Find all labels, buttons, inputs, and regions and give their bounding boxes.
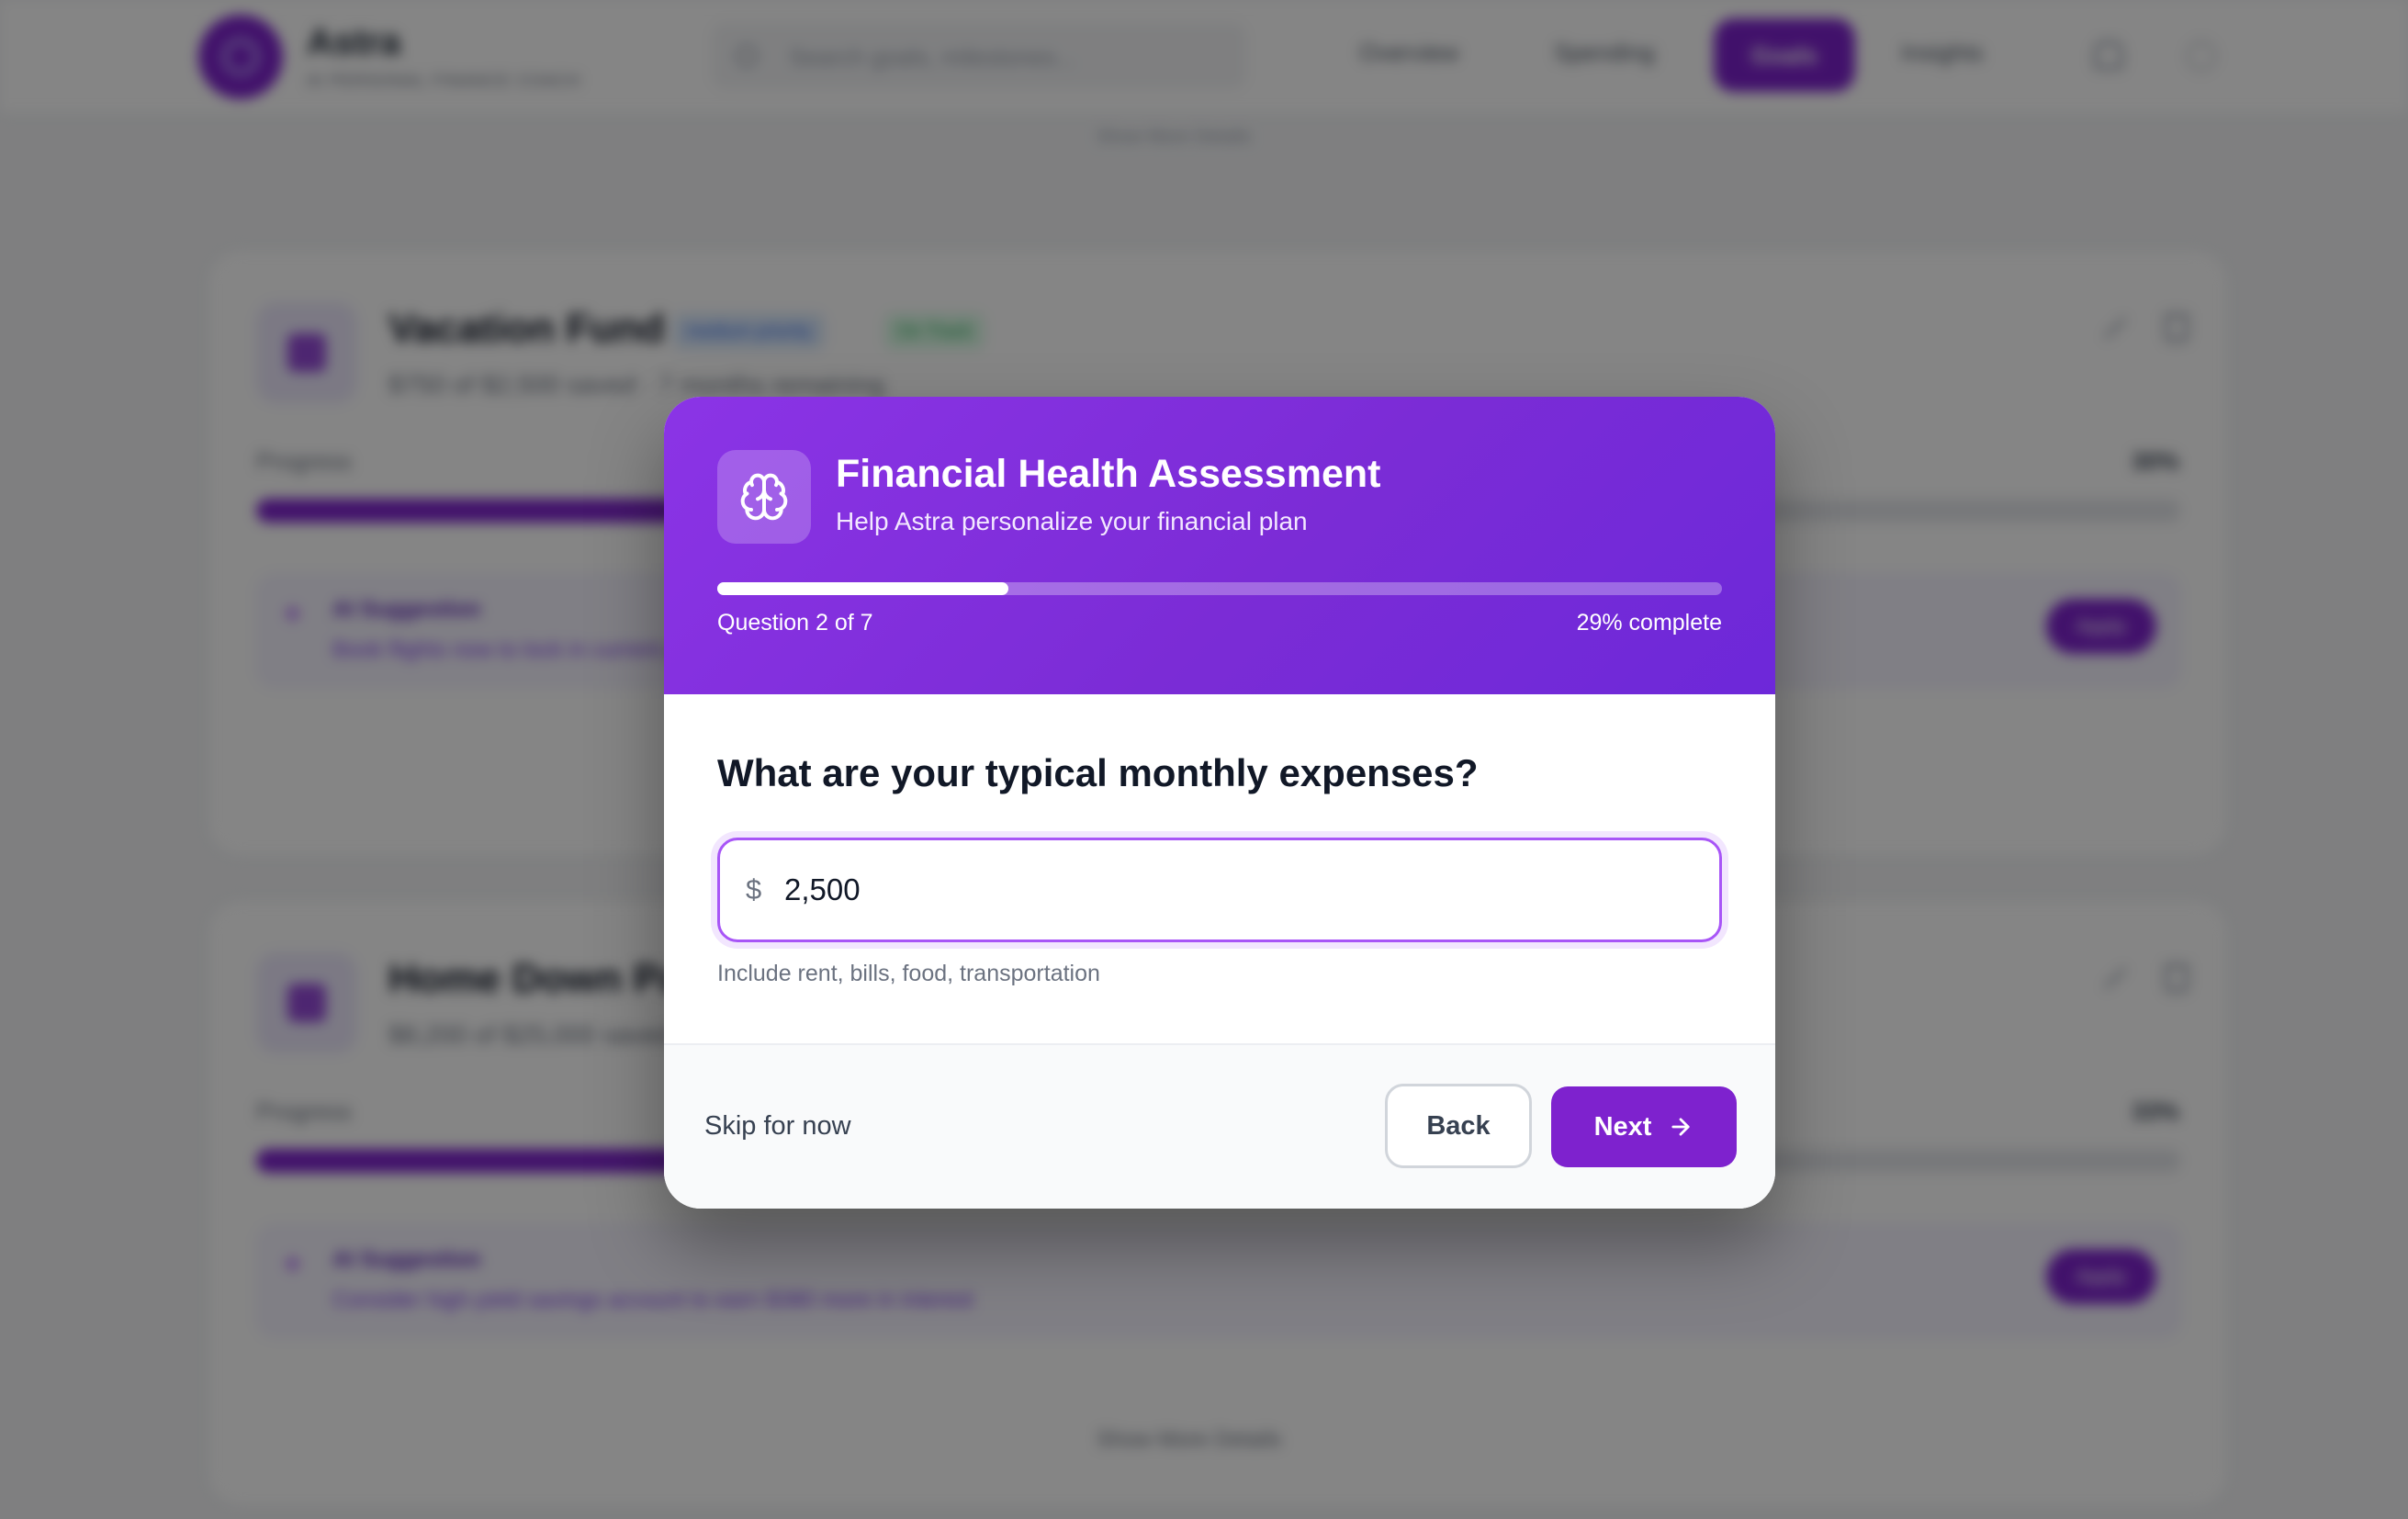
field-hint: Include rent, bills, food, transportatio… xyxy=(717,961,1100,986)
question-text: What are your typical monthly expenses? xyxy=(717,751,1479,794)
back-button-label: Back xyxy=(1426,1110,1491,1141)
modal-title: Financial Health Assessment xyxy=(836,452,1381,496)
modal-subtitle: Help Astra personalize your financial pl… xyxy=(836,507,1308,535)
back-button[interactable]: Back xyxy=(1385,1084,1532,1168)
completion-percent: 29% complete xyxy=(1576,610,1722,636)
assessment-progress-fill xyxy=(717,582,1009,595)
question-counter: Question 2 of 7 xyxy=(717,610,873,636)
assessment-modal: Financial Health Assessment Help Astra p… xyxy=(664,397,1775,1209)
arrow-right-icon xyxy=(1668,1114,1693,1140)
modal-footer: Skip for now Back Next xyxy=(664,1043,1775,1209)
monthly-expenses-input[interactable] xyxy=(784,861,1684,919)
skip-button[interactable]: Skip for now xyxy=(704,1111,851,1142)
next-button[interactable]: Next xyxy=(1551,1086,1737,1167)
assessment-progress-bar xyxy=(717,582,1722,595)
modal-header: Financial Health Assessment Help Astra p… xyxy=(664,397,1775,694)
expenses-field: $ xyxy=(717,838,1722,942)
currency-symbol: $ xyxy=(746,873,762,906)
next-button-label: Next xyxy=(1593,1111,1652,1142)
brain-icon xyxy=(717,450,811,544)
